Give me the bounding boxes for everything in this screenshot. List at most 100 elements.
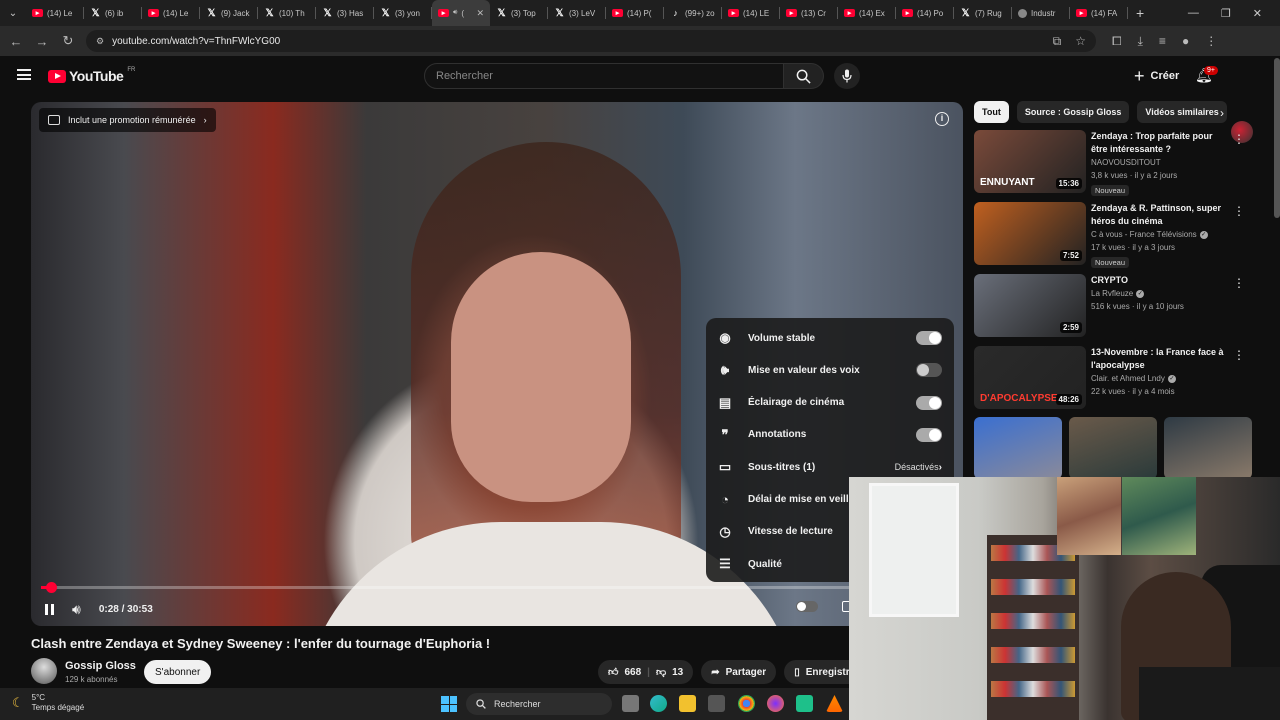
progress-bar[interactable] — [41, 586, 953, 589]
browser-tab[interactable]: ♪ (99+) zo — [664, 0, 722, 26]
browser-tab[interactable]: 𝕏 (6) ib — [84, 0, 142, 26]
paid-promotion-badge[interactable]: Inclut une promotion rémunérée › — [39, 108, 216, 132]
recommended-video[interactable]: D'APOCALYPSE 48:26 13-Novembre : la France… — [974, 346, 1245, 412]
windows-start-icon[interactable] — [441, 696, 457, 712]
profile-icon[interactable]: ● — [1182, 34, 1189, 49]
close-tab-icon[interactable]: ✕ — [476, 8, 484, 19]
install-app-icon[interactable]: ⧉ — [1053, 34, 1062, 49]
bookmark-star-icon[interactable]: ☆ — [1075, 34, 1086, 49]
channel-avatar[interactable] — [31, 658, 57, 684]
browser-menu-icon[interactable]: ⋮ — [1205, 34, 1217, 49]
short-thumbnail[interactable] — [974, 417, 1062, 479]
filter-chip[interactable]: Source : Gossip Gloss — [1016, 101, 1130, 123]
firefox-icon[interactable] — [767, 695, 784, 712]
browser-tab[interactable]: ▸ (13) Cr — [780, 0, 838, 26]
chrome-icon[interactable] — [738, 695, 755, 712]
extensions-icon[interactable]: ⧠ — [1112, 34, 1122, 49]
settings-toggle[interactable] — [916, 331, 942, 345]
settings-toggle[interactable] — [916, 395, 942, 410]
address-bar[interactable]: ⚙ youtube.com/watch?v=ThnFWlcYG00 ⧉ ☆ — [86, 30, 1096, 52]
more-options-icon[interactable]: ⋮ — [1233, 348, 1245, 362]
browser-tab[interactable]: 𝕏 (3) LeV — [548, 0, 606, 26]
media-controls-icon[interactable]: ≡ — [1159, 34, 1166, 49]
browser-tab[interactable]: ▸ (14) P( — [606, 0, 664, 26]
new-tab-button[interactable]: + — [1136, 5, 1144, 21]
filter-chip[interactable]: Tout — [974, 101, 1009, 123]
channel-name[interactable]: Gossip Gloss — [65, 660, 136, 672]
settings-item[interactable]: ◉ Volume stable — [706, 322, 954, 354]
browser-tab[interactable]: 𝕏 (3) Has — [316, 0, 374, 26]
back-button[interactable]: ← — [8, 34, 24, 49]
recommended-title[interactable]: 13-Novembre : la France face à l'apocaly… — [1091, 346, 1225, 372]
task-view-icon[interactable] — [622, 695, 639, 712]
thumbs-down-icon[interactable]: 👎︎ — [656, 666, 666, 678]
video-thumbnail[interactable]: 2:59 — [974, 274, 1086, 337]
browser-tab[interactable]: ▸ (14) Le — [142, 0, 200, 26]
recommended-video[interactable]: ENNUYANT 15:36 Zendaya : Trop parfaite pou… — [974, 130, 1245, 196]
recommended-title[interactable]: Zendaya & R. Pattinson, super héros du c… — [1091, 202, 1225, 228]
voice-search-button[interactable] — [834, 63, 860, 89]
settings-toggle[interactable] — [916, 363, 942, 378]
search-input[interactable]: Rechercher — [424, 63, 784, 89]
video-thumbnail[interactable]: 7:52 — [974, 202, 1086, 265]
recommended-title[interactable]: Zendaya : Trop parfaite pour être intére… — [1091, 130, 1225, 156]
recommended-title[interactable]: CRYPTO — [1091, 274, 1225, 287]
store-icon[interactable] — [708, 695, 725, 712]
recommended-channel[interactable]: Clair. et Ahmed Lndy ✓ — [1091, 374, 1176, 383]
browser-tab[interactable]: 𝕏 (3) Top — [490, 0, 548, 26]
browser-tab[interactable]: 𝕏 (10) Th — [258, 0, 316, 26]
recommended-video[interactable]: 2:59 CRYPTO La Rvfleuze ✓ 516 k vues · il y … — [974, 274, 1245, 340]
taskbar-search[interactable]: Rechercher — [466, 693, 612, 715]
menu-hamburger-icon[interactable] — [17, 69, 31, 80]
vlc-icon[interactable] — [826, 695, 843, 712]
page-scrollbar[interactable] — [1274, 58, 1280, 218]
tab-search-chevron-icon[interactable]: ⌄ — [0, 8, 26, 19]
browser-tab[interactable]: ▸ (14) Po — [896, 0, 954, 26]
scrubber-handle[interactable] — [46, 582, 57, 593]
browser-tab[interactable]: Industr — [1012, 0, 1070, 26]
autoplay-toggle[interactable] — [796, 601, 818, 612]
volume-icon[interactable]: 🔊︎ — [72, 601, 81, 618]
youtube-logo[interactable]: YouTube FR — [48, 67, 135, 84]
site-info-icon[interactable]: ⚙ — [96, 36, 104, 47]
video-thumbnail[interactable]: ENNUYANT 15:36 — [974, 130, 1086, 193]
forward-button[interactable]: → — [34, 34, 50, 49]
minimize-button[interactable]: — — [1188, 7, 1199, 20]
edge-icon[interactable] — [650, 695, 667, 712]
maximize-button[interactable]: ❐ — [1221, 7, 1231, 20]
search-button[interactable] — [784, 63, 824, 89]
browser-tab[interactable]: ▸ (14) Ex — [838, 0, 896, 26]
more-options-icon[interactable]: ⋮ — [1233, 276, 1245, 290]
browser-tab[interactable]: 𝕏 (3) yon — [374, 0, 432, 26]
recommended-channel[interactable]: NAOVOUSDITOUT — [1091, 158, 1161, 167]
audio-playing-icon[interactable]: 🔊︎ — [453, 9, 457, 17]
share-button[interactable]: ➦ Partager — [701, 660, 777, 684]
weather-widget[interactable]: ☾ 5°C Temps dégagé — [12, 693, 84, 713]
browser-tab[interactable]: 𝕏 (7) Rug — [954, 0, 1012, 26]
settings-item[interactable]: ❞ Annotations — [706, 419, 954, 451]
reload-button[interactable]: ↻ — [60, 33, 76, 49]
browser-tab[interactable]: ▸ (14) Le — [26, 0, 84, 26]
more-options-icon[interactable]: ⋮ — [1233, 132, 1245, 146]
like-button[interactable]: 👍︎ 668 | 👎︎ 13 — [598, 660, 694, 684]
recommended-channel[interactable]: La Rvfleuze ✓ — [1091, 289, 1145, 298]
video-thumbnail[interactable]: D'APOCALYPSE 48:26 — [974, 346, 1086, 409]
file-explorer-icon[interactable] — [679, 695, 696, 712]
subscribe-button[interactable]: S'abonner — [144, 660, 212, 684]
downloads-icon[interactable]: ⤓ — [1138, 34, 1143, 49]
settings-toggle[interactable] — [916, 427, 942, 442]
settings-item[interactable]: ▤ Éclairage de cinéma — [706, 387, 954, 419]
settings-item[interactable]: 🕪︎ Mise en valeur des voix — [706, 354, 954, 386]
recommended-channel[interactable]: C à vous - France Télévisions ✓ — [1091, 230, 1208, 239]
browser-tab[interactable]: ▸ (14) FA — [1070, 0, 1128, 26]
filter-chip[interactable]: Vidéos similaires — [1137, 101, 1227, 123]
short-thumbnail[interactable] — [1164, 417, 1252, 479]
create-button[interactable]: + Créer — [1124, 63, 1189, 89]
more-options-icon[interactable]: ⋮ — [1233, 204, 1245, 218]
chips-next-chevron-icon[interactable]: › — [1220, 106, 1224, 120]
app-icon[interactable] — [796, 695, 813, 712]
pause-button[interactable] — [45, 603, 54, 615]
recommended-video[interactable]: 7:52 Zendaya & R. Pattinson, super héros … — [974, 202, 1245, 268]
browser-tab[interactable]: ▸ 🔊︎ (✕ — [432, 0, 490, 26]
browser-tab[interactable]: ▸ (14) LE — [722, 0, 780, 26]
